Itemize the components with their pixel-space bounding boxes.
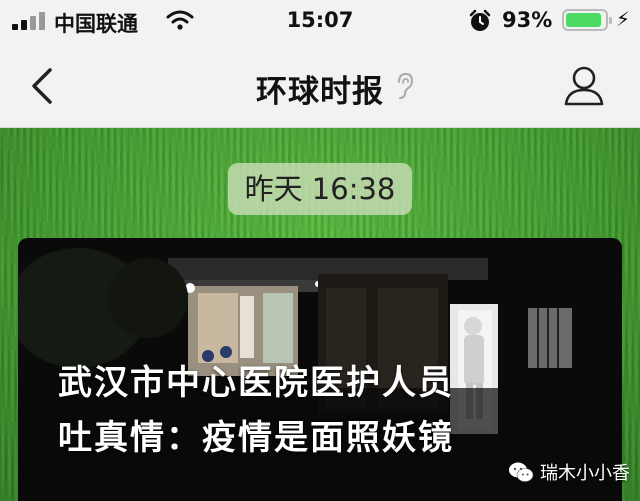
page-title: 环球时报	[256, 74, 384, 110]
watermark: 瑞木小小香	[508, 458, 630, 486]
charging-icon: ⚡	[616, 7, 631, 31]
article-headline[interactable]: 武汉市中心医院医护人员 吐真情：疫情是面照妖镜	[58, 356, 598, 466]
ear-icon	[398, 72, 414, 99]
battery-level-fill	[566, 13, 602, 27]
alarm-icon	[469, 9, 491, 31]
wifi-icon	[166, 10, 194, 30]
person-icon[interactable]	[562, 64, 606, 108]
watermark-text: 瑞木小小香	[540, 463, 630, 484]
nav-bar: 环球时报	[0, 44, 640, 128]
chat-timestamp: 昨天 16:38	[228, 163, 412, 215]
wechat-icon	[509, 462, 534, 482]
signal-icon	[12, 12, 48, 30]
status-bar: 中国联通 15:07 93% ⚡	[0, 0, 640, 44]
battery-percent: 93%	[502, 8, 553, 32]
battery-icon	[562, 9, 612, 31]
headline-line-1: 武汉市中心医院医护人员	[58, 363, 454, 403]
nav-title-wrap: 环球时报	[0, 66, 640, 111]
carrier-name: 中国联通	[54, 12, 138, 36]
